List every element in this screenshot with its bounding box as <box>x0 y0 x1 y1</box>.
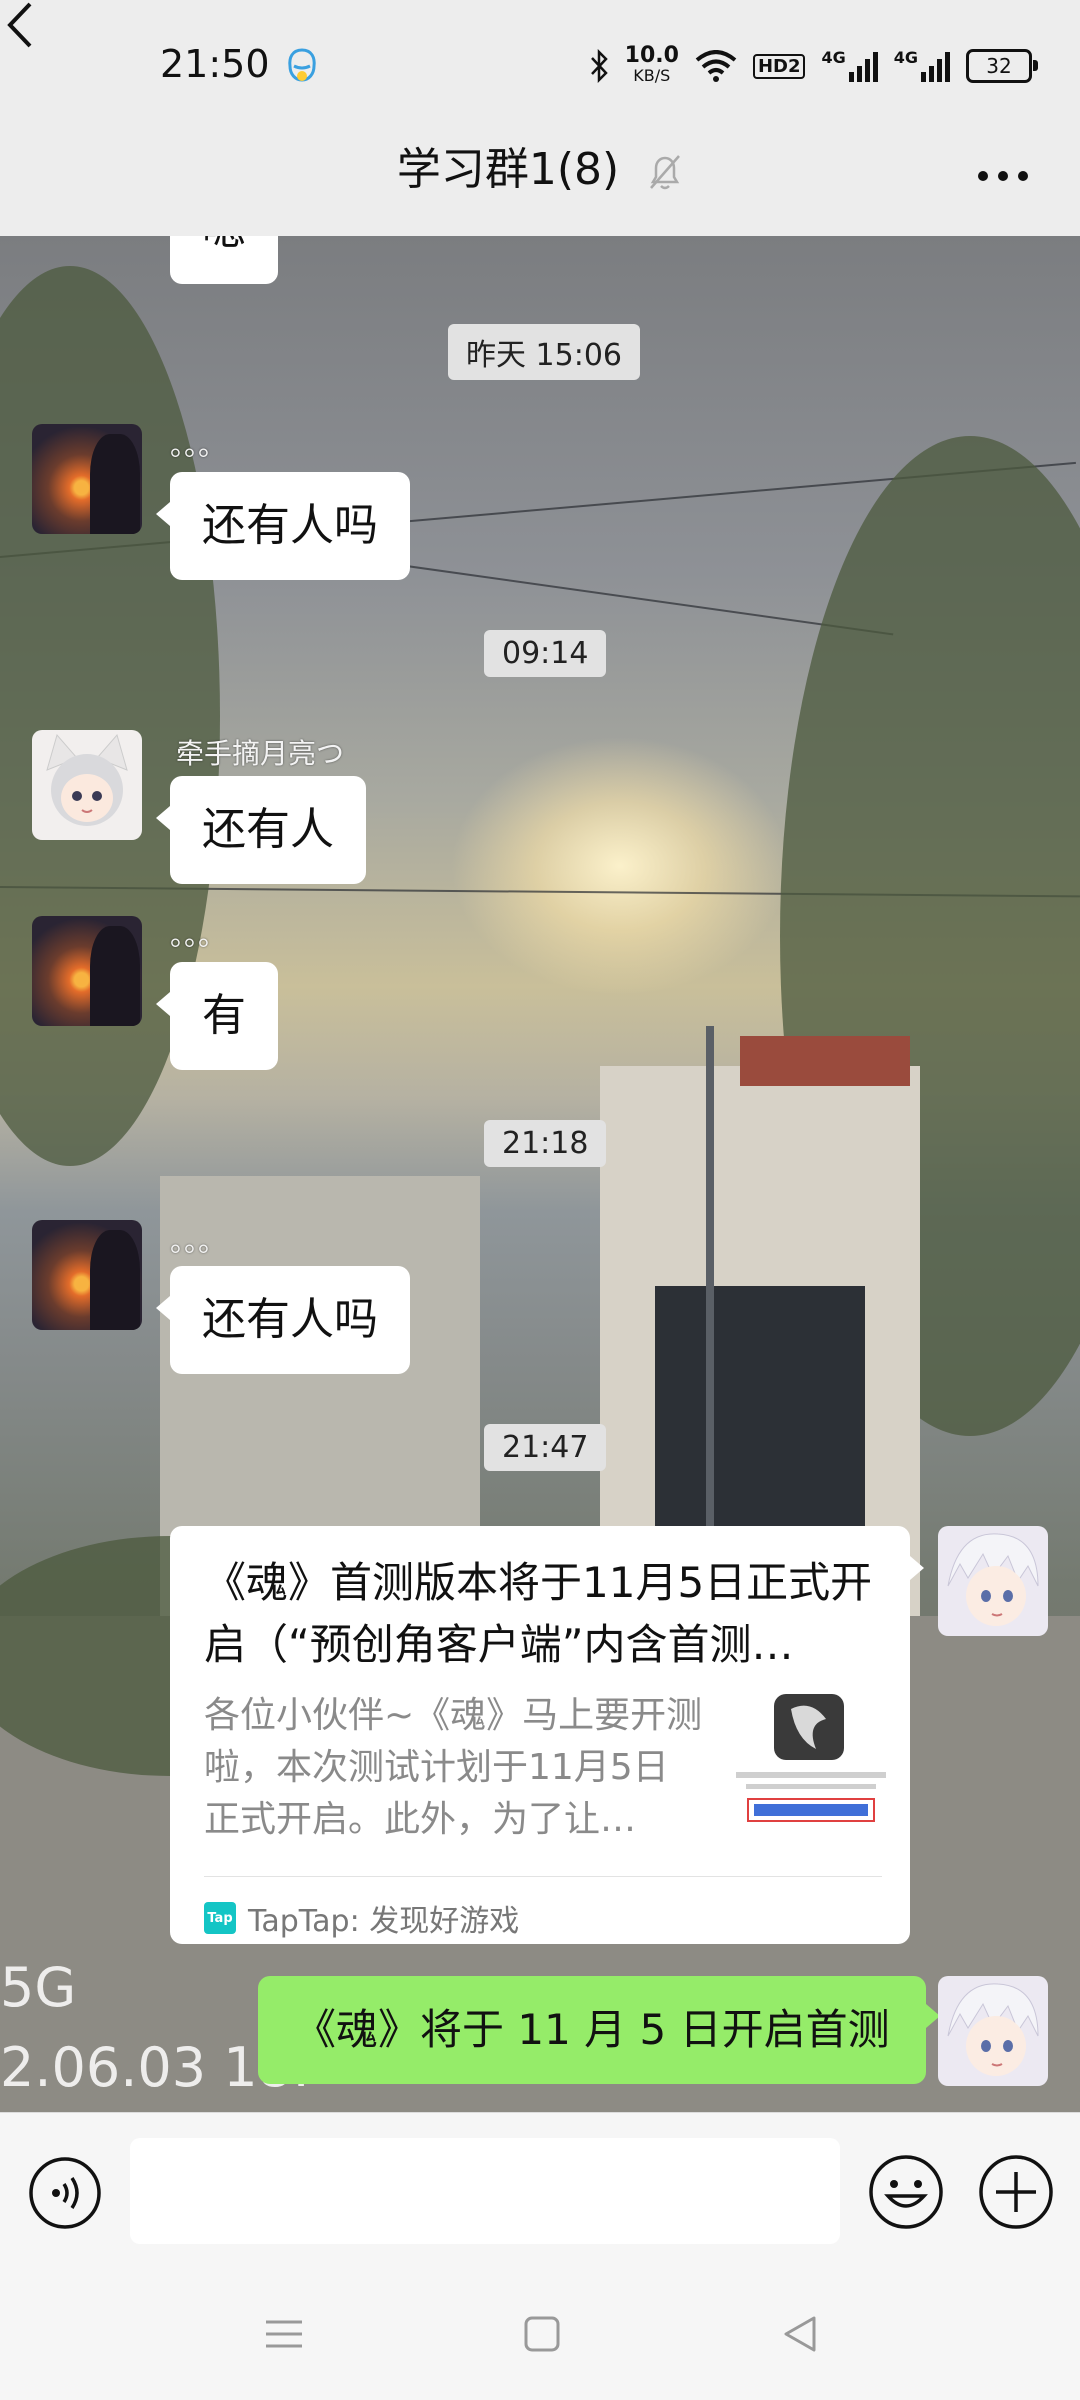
signal-1-label: 4G <box>821 48 846 67</box>
link-card-message[interactable]: 《魂》首测版本将于11月5日正式开启（“预创角客户端”内含首测… 各位小伙伴~《… <box>170 1526 924 1944</box>
timestamp: 21:18 <box>484 1120 607 1167</box>
background-roof <box>740 1036 910 1086</box>
signal-1: 4G <box>821 48 878 82</box>
avatar[interactable] <box>32 1220 142 1330</box>
message-bubble[interactable]: 还有人 <box>156 776 366 884</box>
message-text: 还有人吗 <box>202 1294 378 1345</box>
menu-icon[interactable] <box>264 2314 304 2354</box>
signal-2-label: 4G <box>893 48 918 67</box>
anime-boy-avatar-icon <box>947 1983 1039 2076</box>
wifi-icon <box>695 50 737 82</box>
sender-name: 。。。 <box>170 919 227 952</box>
bluetooth-icon <box>590 49 608 83</box>
link-card-thumbnail-icon <box>736 1694 886 1822</box>
avatar[interactable] <box>32 916 142 1026</box>
message-bubble[interactable]: 还有人吗 <box>156 1266 410 1374</box>
message-bubble[interactable]: 还有人吗 <box>156 472 410 580</box>
status-time: 21:50 <box>160 42 270 86</box>
battery-level: 32 <box>986 54 1012 78</box>
timestamp: 09:14 <box>484 630 607 677</box>
message-text: 嗯 <box>202 236 246 255</box>
home-icon[interactable] <box>522 2314 562 2354</box>
avatar[interactable] <box>32 730 142 840</box>
status-bar: 21:50 10.0 KB/S HD2 4G 4G 32 <box>0 0 1080 135</box>
network-speed-value: 10.0 <box>624 43 679 68</box>
chevron-left-icon[interactable] <box>0 0 40 50</box>
plus-icon[interactable] <box>978 2154 1054 2230</box>
message-bubble[interactable]: 嗯 <box>170 236 278 284</box>
link-card-description: 各位小伙伴~《魂》马上要开测啦，本次测试计划于11月5日正式开启。此外，为了让… <box>204 1695 703 1840</box>
voice-icon[interactable] <box>28 2156 102 2230</box>
signal-2: 4G <box>894 50 950 82</box>
battery-icon: 32 <box>966 49 1038 83</box>
message-text: 还有人吗 <box>202 500 378 551</box>
emoji-icon[interactable] <box>868 2154 944 2230</box>
bell-off-icon <box>650 155 681 190</box>
timestamp: 昨天 15:06 <box>448 324 640 380</box>
more-horizontal-icon[interactable] <box>975 168 1031 184</box>
network-speed-unit: KB/S <box>633 66 671 85</box>
message-text: 《魂》将于 11 月 5 日开启首测 <box>294 2005 890 2054</box>
message-bubble[interactable]: 有 <box>156 962 278 1070</box>
avatar-self[interactable] <box>938 1976 1048 2086</box>
chat-title: 学习群1(8) <box>0 140 1080 200</box>
anime-girl-avatar-icon <box>46 733 128 826</box>
hd-badge: HD2 <box>752 53 806 79</box>
notification-app-icon <box>288 48 316 82</box>
sender-name: 。。。 <box>170 1225 227 1258</box>
sender-name: 牵手摘月亮つ <box>176 737 345 770</box>
back-triangle-icon[interactable] <box>780 2314 820 2354</box>
avatar[interactable] <box>32 424 142 534</box>
message-bubble-self[interactable]: 《魂》将于 11 月 5 日开启首测 <box>258 1976 940 2084</box>
anime-boy-avatar-icon <box>947 1533 1039 1626</box>
background-gate <box>655 1286 865 1536</box>
link-card-title: 《魂》首测版本将于11月5日正式开启（“预创角客户端”内含首测… <box>204 1558 873 1669</box>
network-speed: 10.0 KB/S <box>624 43 679 86</box>
background-sunlight <box>450 736 790 996</box>
message-text: 还有人 <box>202 804 334 855</box>
background-watermark: 5G <box>0 1956 77 2019</box>
background-lamp-post <box>706 1026 714 1596</box>
group-name: 学习群1(8) <box>396 144 620 195</box>
link-card-source-text: TapTap: 发现好游戏 <box>248 1904 520 1939</box>
chat-message-list[interactable]: 嗯 昨天 15:06 。。。 还有人吗 09:14 牵手摘月亮つ 还有人 。。。… <box>0 236 1080 2112</box>
link-card-divider <box>204 1876 882 1877</box>
status-icons: 10.0 KB/S HD2 4G 4G 32 <box>589 43 1038 88</box>
avatar-self[interactable] <box>938 1526 1048 1636</box>
message-text-input[interactable] <box>130 2138 840 2244</box>
message-text: 有 <box>202 990 246 1041</box>
timestamp: 21:47 <box>484 1424 607 1471</box>
link-card-source: Tap TapTap: 发现好游戏 <box>204 1896 519 1940</box>
taptap-logo-icon: Tap <box>204 1902 236 1934</box>
sender-name: 。。。 <box>170 429 227 462</box>
